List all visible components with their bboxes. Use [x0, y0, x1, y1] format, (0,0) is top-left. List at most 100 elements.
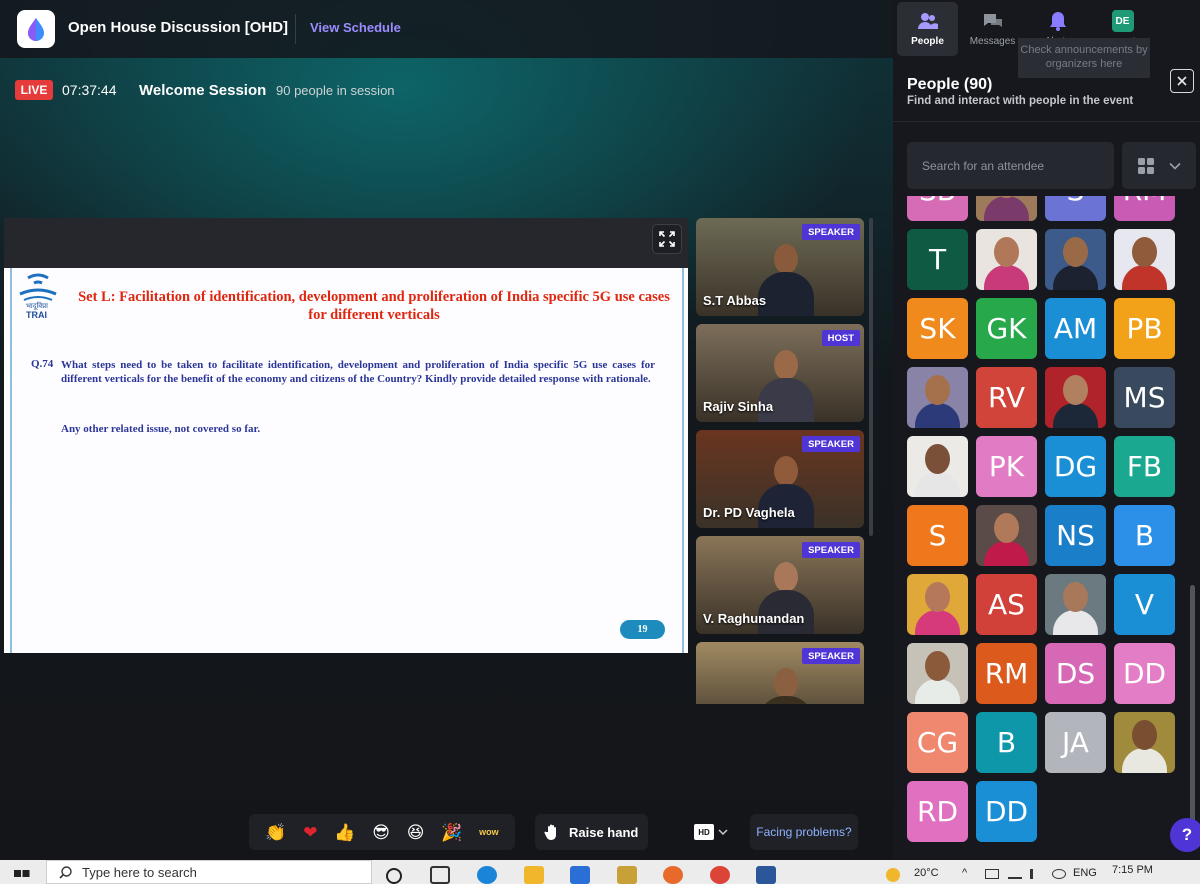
attendee-scrollbar[interactable] [1190, 585, 1195, 829]
cortana-icon[interactable] [386, 868, 402, 884]
weather-icon[interactable] [886, 868, 900, 882]
attendee-avatar[interactable]: V [1114, 574, 1175, 635]
attendee-avatar[interactable] [907, 574, 968, 635]
attendee-search-input[interactable] [907, 142, 1114, 189]
attendee-initials: RM [984, 657, 1029, 690]
view-mode-dropdown[interactable] [1122, 142, 1196, 189]
clap-icon[interactable]: 👏 [265, 824, 286, 841]
attendee-avatar[interactable]: CG [907, 712, 968, 773]
volume-icon[interactable] [1030, 869, 1044, 879]
attendee-initials: PK [988, 450, 1025, 483]
attendee-initials: SB [919, 196, 956, 207]
people-subtitle: Find and interact with people in the eve… [907, 95, 1134, 107]
help-button[interactable]: ? [1170, 818, 1200, 852]
weather-temp[interactable]: 20°C [914, 867, 939, 879]
raise-hand-button[interactable]: Raise hand [535, 814, 648, 850]
speaker-tile[interactable]: HOST Rajiv Sinha [696, 324, 864, 422]
windows-start-icon[interactable] [14, 870, 30, 884]
attendee-avatar[interactable] [1114, 712, 1175, 773]
attendee-avatar[interactable] [1045, 229, 1106, 290]
attendee-avatar[interactable]: RD [907, 781, 968, 842]
speaker-tile[interactable]: SPEAKER V. Raghunandan [696, 536, 864, 634]
wow-icon[interactable]: wow [479, 824, 499, 841]
attendee-avatar[interactable]: RM [976, 643, 1037, 704]
attendee-avatar[interactable]: DD [976, 781, 1037, 842]
attendee-photo [1122, 748, 1167, 773]
cool-icon[interactable]: 😎 [372, 824, 390, 841]
speaker-tile[interactable]: SPEAKER S.T Abbas [696, 218, 864, 316]
close-sidebar-button[interactable] [1170, 69, 1194, 93]
attendee-avatar[interactable]: B [976, 712, 1037, 773]
chevron-down-icon [1169, 162, 1181, 170]
attendee-avatar[interactable]: PB [1114, 298, 1175, 359]
speaker-tile[interactable]: SPEAKER [696, 642, 864, 704]
task-view-icon[interactable] [430, 866, 450, 884]
facing-problems-button[interactable]: Facing problems? [750, 814, 858, 850]
speaker-tile[interactable]: SPEAKER Dr. PD Vaghela [696, 430, 864, 528]
attendee-avatar[interactable] [1045, 367, 1106, 428]
tab-people[interactable]: People [897, 2, 958, 56]
attendee-avatar[interactable]: AM [1045, 298, 1106, 359]
firefox-icon[interactable] [663, 866, 683, 884]
attendee-avatar[interactable]: T [907, 229, 968, 290]
sync-icon[interactable] [1052, 869, 1066, 879]
attendee-avatar[interactable] [907, 367, 968, 428]
attendee-avatar[interactable]: PK [976, 436, 1037, 497]
attendee-photo [1063, 375, 1088, 405]
attendee-avatar[interactable]: S [1045, 196, 1106, 221]
word-icon[interactable] [756, 866, 776, 884]
heart-icon[interactable]: ❤ [303, 824, 317, 841]
attendee-avatar[interactable] [1114, 229, 1175, 290]
attendee-avatar[interactable]: AS [976, 574, 1037, 635]
attendee-avatar[interactable]: DG [1045, 436, 1106, 497]
attendee-avatar[interactable]: DD [1114, 643, 1175, 704]
attendee-avatar[interactable]: NS [1045, 505, 1106, 566]
attendee-avatar[interactable]: S [907, 505, 968, 566]
taskbar-clock[interactable]: 7:15 PM [1112, 864, 1153, 876]
fullscreen-button[interactable] [652, 224, 682, 254]
attendee-avatar[interactable]: RV [976, 367, 1037, 428]
attendee-avatar[interactable]: FB [1114, 436, 1175, 497]
session-bar: LIVE 07:37:44 Welcome Session 90 people … [0, 78, 893, 102]
app-logo[interactable] [17, 10, 55, 48]
slide-border-left [10, 268, 12, 653]
view-schedule-link[interactable]: View Schedule [310, 20, 401, 35]
attendee-avatar[interactable]: JA [1045, 712, 1106, 773]
live-badge: LIVE [15, 80, 53, 100]
attendee-avatar[interactable]: GK [976, 298, 1037, 359]
attendee-avatar[interactable]: SB [907, 196, 968, 221]
attendee-avatar[interactable] [976, 229, 1037, 290]
language-indicator[interactable]: ENG [1073, 867, 1097, 879]
attendee-photo [994, 513, 1019, 543]
taskbar-search[interactable]: Type here to search [46, 860, 372, 884]
media-app-icon[interactable] [617, 866, 637, 884]
chrome-icon[interactable] [710, 866, 730, 884]
attendee-avatar[interactable]: B [1114, 505, 1175, 566]
attendee-avatar[interactable] [976, 196, 1037, 221]
attendee-avatar[interactable]: DS [1045, 643, 1106, 704]
laugh-icon[interactable]: 😆 [407, 824, 425, 841]
store-icon[interactable] [570, 866, 590, 884]
speaker-role-badge: SPEAKER [802, 648, 860, 664]
attendee-avatar[interactable] [907, 436, 968, 497]
party-icon[interactable]: 🎉 [441, 824, 462, 841]
network-icon[interactable] [1008, 869, 1022, 879]
attendee-avatar[interactable]: MS [1114, 367, 1175, 428]
attendee-avatar[interactable] [1045, 574, 1106, 635]
thumbs-up-icon[interactable]: 👍 [334, 824, 355, 841]
video-quality-button[interactable]: HD [694, 816, 738, 848]
speaker-video-list[interactable]: SPEAKER S.T Abbas HOST Rajiv Sinha SPEAKER Dr… [696, 218, 864, 704]
tab-messages[interactable]: Messages [962, 2, 1023, 56]
attendee-avatar[interactable]: SK [907, 298, 968, 359]
tray-chevron-icon[interactable]: ^ [962, 867, 967, 879]
attendee-photo [915, 610, 960, 635]
speaker-list-scrollbar[interactable] [869, 218, 873, 536]
attendee-avatar[interactable] [907, 643, 968, 704]
divider [295, 14, 296, 44]
battery-icon[interactable] [985, 869, 999, 879]
attendee-avatar[interactable]: RM [1114, 196, 1175, 221]
attendee-photo [925, 444, 950, 474]
edge-icon[interactable] [477, 866, 497, 884]
attendee-avatar[interactable] [976, 505, 1037, 566]
file-explorer-icon[interactable] [524, 866, 544, 884]
